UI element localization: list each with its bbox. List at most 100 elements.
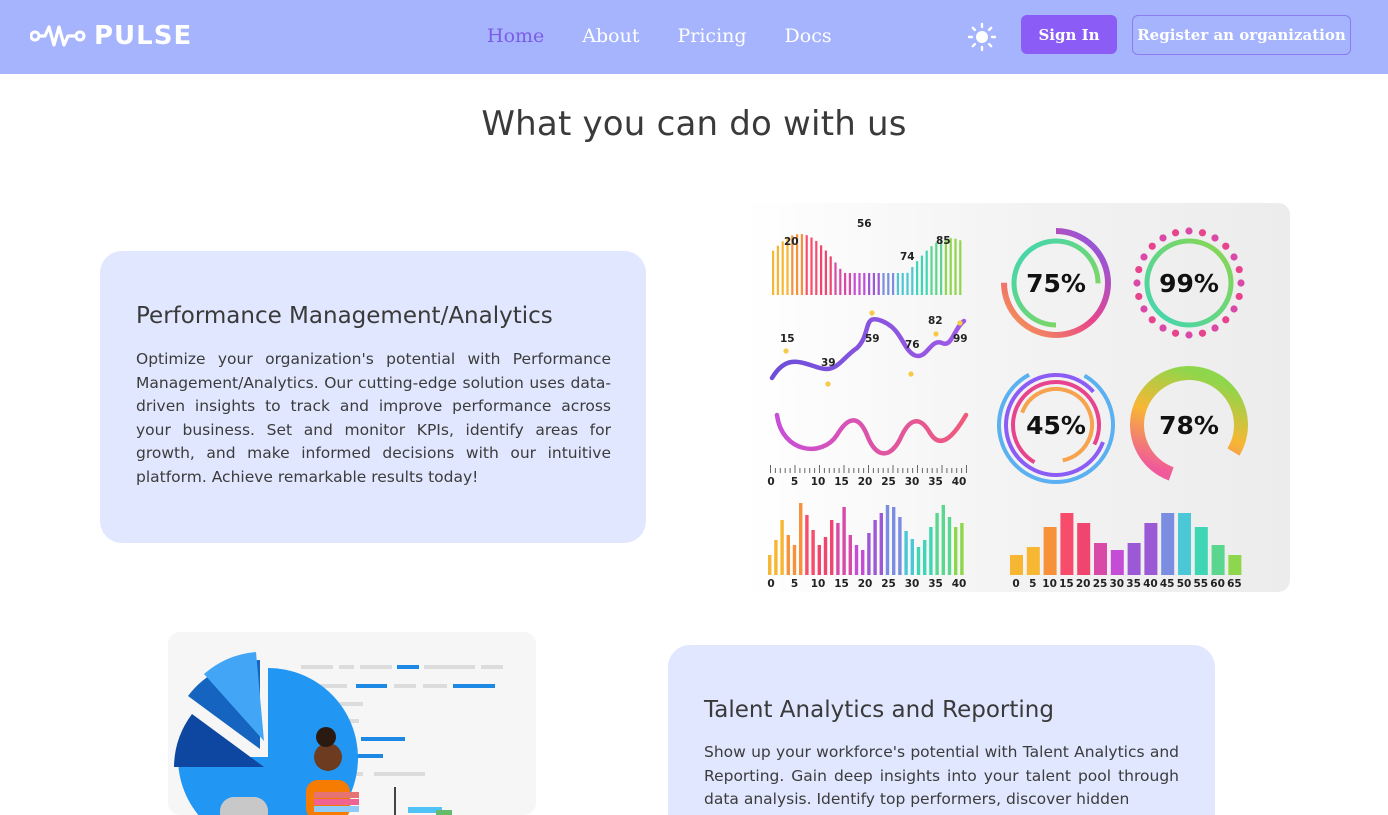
bar bbox=[867, 533, 871, 575]
sign-in-button[interactable]: Sign In bbox=[1021, 15, 1117, 54]
ruler-tick bbox=[897, 468, 899, 473]
ruler-tick bbox=[872, 468, 874, 473]
bar bbox=[1161, 513, 1175, 575]
bar bbox=[1228, 555, 1242, 575]
bar bbox=[811, 530, 815, 575]
axis-tick-label: 20 bbox=[858, 476, 873, 488]
ruler-tick bbox=[838, 468, 840, 473]
spike-bar bbox=[815, 240, 818, 295]
bar bbox=[1077, 523, 1091, 575]
ruler-tick bbox=[843, 465, 845, 473]
ruler-tick bbox=[853, 468, 855, 473]
ruler-tick bbox=[848, 468, 850, 473]
spike-bar bbox=[877, 273, 880, 295]
donut-45: 45% bbox=[997, 365, 1115, 484]
spike-bar bbox=[781, 241, 784, 295]
ring-dot bbox=[1235, 292, 1243, 301]
spike-bar bbox=[776, 245, 779, 295]
axis-tick-label: 50 bbox=[1177, 578, 1192, 590]
bar bbox=[960, 523, 964, 575]
ring-dot bbox=[1171, 229, 1180, 237]
axis-tick-label: 0 bbox=[1012, 578, 1019, 590]
ruler-tick bbox=[779, 468, 781, 473]
spike-bar bbox=[820, 245, 823, 295]
brand-logo[interactable]: PULSE bbox=[30, 20, 192, 52]
bar bbox=[1144, 523, 1158, 575]
axis-tick-label: 35 bbox=[928, 476, 943, 488]
spike-bar bbox=[920, 255, 923, 295]
bar bbox=[923, 540, 927, 575]
spike-bar bbox=[901, 273, 904, 295]
ruler-tick bbox=[966, 465, 967, 473]
axis-tick-label: 35 bbox=[928, 578, 943, 590]
feature-card-performance: Performance Management/Analytics Optimiz… bbox=[100, 251, 646, 543]
ring-dot bbox=[1135, 292, 1143, 301]
spike-bar bbox=[892, 273, 895, 295]
spike-bar bbox=[896, 273, 899, 295]
ruler-tick bbox=[789, 468, 791, 473]
ruler-tick bbox=[951, 468, 953, 473]
bar bbox=[1094, 543, 1107, 575]
ruler-tick bbox=[902, 468, 904, 473]
register-organization-button[interactable]: Register an organization bbox=[1132, 15, 1351, 55]
ruler-tick bbox=[770, 465, 771, 473]
bar bbox=[947, 517, 952, 575]
ring-dot bbox=[1211, 324, 1219, 332]
axis-tick-label: 30 bbox=[905, 476, 920, 488]
nav-about-link[interactable]: About bbox=[582, 22, 639, 50]
nav-home-link[interactable]: Home bbox=[487, 22, 544, 50]
axis-tick-label: 25 bbox=[881, 578, 896, 590]
spike-bar bbox=[829, 256, 832, 295]
ruler-tick bbox=[828, 468, 830, 473]
bar bbox=[1060, 513, 1074, 575]
bar bbox=[774, 540, 778, 575]
axis-ticks-b: 0 5 10 15 20 25 30 35 40 45 50 55 60 65 bbox=[1012, 578, 1241, 590]
nav-docs-link[interactable]: Docs bbox=[785, 22, 832, 50]
spike-bar bbox=[863, 273, 866, 295]
ruler-tick bbox=[941, 465, 943, 473]
feature-card-talent: Talent Analytics and Reporting Show up y… bbox=[668, 645, 1215, 815]
ring-dot bbox=[1159, 234, 1167, 242]
ruler-tick bbox=[794, 465, 796, 473]
ring-dot bbox=[1237, 279, 1245, 287]
main-nav: Home About Pricing Docs bbox=[487, 22, 870, 50]
percent-label: 99% bbox=[1159, 269, 1219, 298]
axis-tick-label: 60 bbox=[1210, 578, 1225, 590]
ring-dot bbox=[1140, 253, 1148, 261]
ring-dot bbox=[1185, 331, 1193, 339]
peak-label: 85 bbox=[936, 235, 951, 247]
section-title: What you can do with us bbox=[481, 104, 907, 144]
axis-tick-label: 30 bbox=[905, 578, 920, 590]
bar bbox=[1110, 550, 1124, 575]
sun-icon[interactable] bbox=[967, 22, 997, 52]
donut-75: 75% bbox=[1001, 228, 1111, 338]
axis-ruler bbox=[770, 465, 967, 473]
spike-bar bbox=[805, 235, 808, 295]
bar bbox=[768, 555, 772, 575]
spike-bar bbox=[848, 273, 851, 295]
top-navbar: PULSE Home About Pricing Docs Sign In Re… bbox=[0, 0, 1388, 74]
bar bbox=[861, 550, 865, 575]
ruler-tick bbox=[907, 468, 909, 473]
spike-bar bbox=[853, 273, 856, 295]
talent-illustration bbox=[168, 632, 536, 815]
axis-tick-label: 20 bbox=[1076, 578, 1091, 590]
feature-description: Show up your workforce's potential with … bbox=[704, 743, 1179, 808]
spike-bar bbox=[839, 268, 842, 295]
ring-dot bbox=[1230, 253, 1238, 261]
percent-label: 45% bbox=[1026, 411, 1086, 440]
spike-area-chart bbox=[772, 234, 962, 295]
ruler-tick bbox=[809, 468, 811, 473]
bar bbox=[1127, 543, 1141, 575]
spike-bar bbox=[882, 273, 885, 295]
spike-bar bbox=[916, 261, 919, 295]
ring-dot bbox=[1159, 324, 1167, 332]
bar-chart-left bbox=[768, 503, 964, 575]
feature-description: Optimize your organization's potential w… bbox=[136, 350, 611, 486]
ruler-tick bbox=[833, 468, 835, 473]
ruler-tick bbox=[823, 468, 825, 473]
nav-pricing-link[interactable]: Pricing bbox=[677, 22, 746, 50]
bar bbox=[792, 545, 797, 575]
axis-tick-label: 5 bbox=[1029, 578, 1036, 590]
axis-tick-label: 10 bbox=[1042, 578, 1057, 590]
